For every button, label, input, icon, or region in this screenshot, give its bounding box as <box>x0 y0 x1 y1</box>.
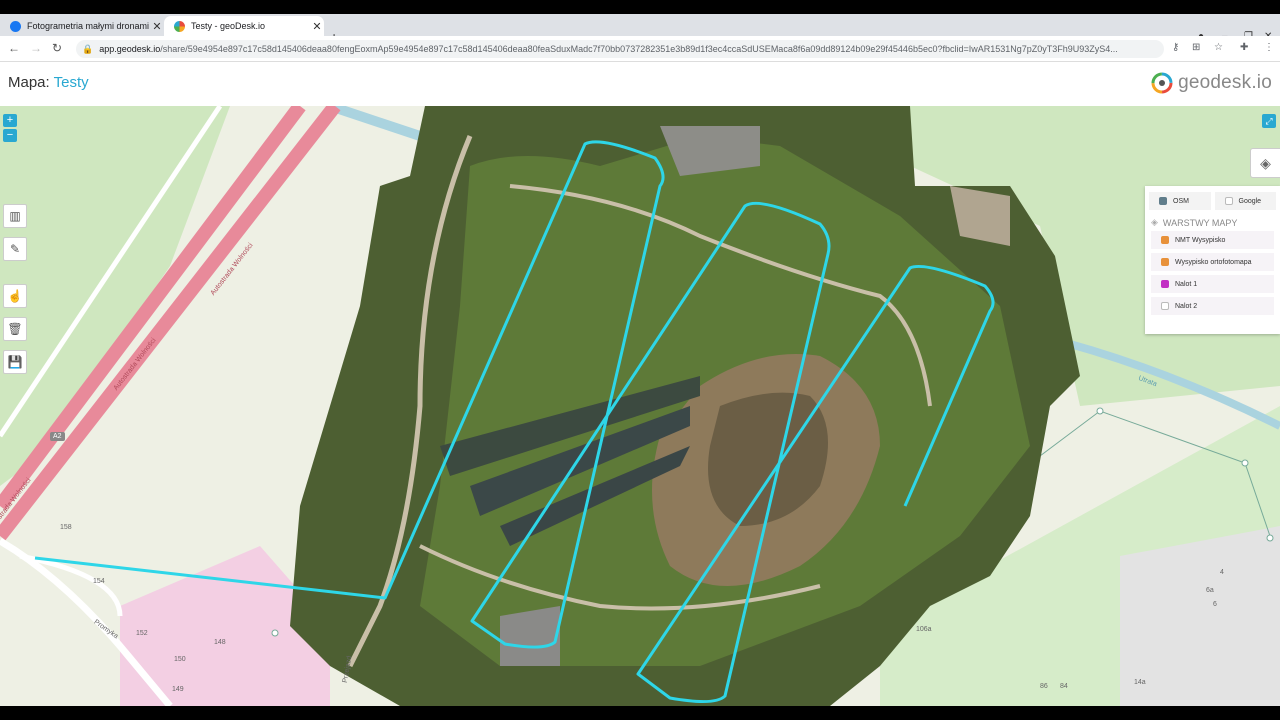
extensions-icon[interactable]: ✚ <box>1240 42 1248 53</box>
browser-tab-active[interactable]: Testy - geoDesk.io ✕ <box>164 16 324 36</box>
pan-tool-button[interactable]: ☝ <box>3 284 27 308</box>
checkbox-checked-icon <box>1161 236 1169 244</box>
address-number: 86 <box>1040 683 1048 690</box>
address-number: 84 <box>1060 683 1068 690</box>
app-header: Mapa: Testy geodesk.io <box>0 62 1280 106</box>
ruler-icon: ▥ <box>9 209 21 223</box>
map-canvas[interactable]: Autostrada Wolności Autostrada Wolności … <box>0 106 1280 706</box>
page-title: Mapa: Testy <box>8 74 89 91</box>
tab-title: Fotogrametria małymi dronami <box>27 21 150 31</box>
map-name[interactable]: Testy <box>54 74 89 91</box>
basemap-option-google[interactable]: Google <box>1214 192 1276 210</box>
measure-tool-button[interactable]: ▥ <box>3 204 27 228</box>
geodesk-favicon-icon <box>174 20 185 32</box>
layer-label: Wysypisko ortofotomapa <box>1175 258 1252 266</box>
floppy-disk-icon: 💾 <box>7 355 23 369</box>
fullscreen-button[interactable]: ⤢ <box>1262 114 1276 128</box>
checkbox-unchecked-icon <box>1161 302 1169 310</box>
basemap-label: OSM <box>1173 197 1189 205</box>
basemap-label: Google <box>1238 197 1262 205</box>
map-svg <box>0 106 1280 706</box>
layers-header: ◈ WARSTWY MAPY <box>1145 214 1280 231</box>
menu-icon[interactable]: ⋮ <box>1264 42 1274 53</box>
basemap-option-osm[interactable]: OSM <box>1149 192 1211 210</box>
translate-icon[interactable]: ⊞ <box>1192 42 1200 53</box>
pencil-icon: ✎ <box>9 242 21 256</box>
logo-text: geodesk.io <box>1178 72 1272 93</box>
layer-label: NMT Wysypisko <box>1175 236 1226 244</box>
checkbox-checked-icon <box>1159 197 1167 205</box>
hand-icon: ☝ <box>7 289 23 303</box>
back-icon[interactable]: ← <box>8 41 20 55</box>
screen-bottom-border <box>0 706 1280 720</box>
tab-title: Testy - geoDesk.io <box>191 21 266 31</box>
address-number: 148 <box>214 639 226 646</box>
layers-toggle-button[interactable]: ◈ <box>1250 148 1280 178</box>
zoom-in-button[interactable]: + <box>3 114 17 127</box>
address-number: 149 <box>172 686 184 693</box>
url-path: /share/59e4954e897c17c58d145406deaa80fen… <box>160 44 1118 54</box>
reload-icon[interactable]: ↻ <box>52 41 62 55</box>
address-number: 14a <box>1134 679 1146 686</box>
url-host: app.geodesk.io <box>99 44 161 54</box>
layer-label: Nalot 2 <box>1175 302 1198 310</box>
pylon-marker <box>1096 407 1104 415</box>
layer-item[interactable]: Nalot 2 <box>1151 297 1274 315</box>
layer-item[interactable]: NMT Wysypisko <box>1151 231 1274 249</box>
address-number: 4 <box>1220 569 1224 576</box>
basemap-switcher: OSM Google <box>1145 186 1280 214</box>
save-tool-button[interactable]: 💾 <box>3 350 27 374</box>
address-number: 152 <box>136 630 148 637</box>
checkbox-unchecked-icon <box>1224 197 1233 205</box>
address-bar-row: ← → ↻ 🔒 app.geodesk.io/share/59e4954e897… <box>0 36 1280 62</box>
checkbox-checked-icon <box>1161 280 1169 288</box>
pylon-marker <box>1241 459 1249 467</box>
geodesk-logo-icon <box>1151 72 1173 94</box>
delete-tool-button[interactable]: 🗑 <box>3 317 27 341</box>
address-number: 150 <box>174 656 186 663</box>
layer-item[interactable]: Nalot 1 <box>1151 275 1274 293</box>
edit-tool-button[interactable]: ✎ <box>3 237 27 261</box>
layer-label: Nalot 1 <box>1175 280 1198 288</box>
star-icon[interactable]: ☆ <box>1214 42 1223 53</box>
layers-header-label: WARSTWY MAPY <box>1162 217 1238 228</box>
screen-top-border <box>0 0 1280 14</box>
browser-tab[interactable]: Fotogrametria małymi dronami ✕ <box>0 16 164 36</box>
geodesk-logo[interactable]: geodesk.io <box>1150 69 1272 97</box>
pylon-marker <box>271 629 279 637</box>
close-tab-icon[interactable]: ✕ <box>150 20 164 33</box>
url-field[interactable]: 🔒 app.geodesk.io/share/59e4954e897c17c58… <box>76 40 1164 58</box>
layers-icon: ◈ <box>1260 154 1271 171</box>
map-label: Mapa: <box>8 74 50 91</box>
zoom-out-button[interactable]: − <box>3 129 17 142</box>
stack-icon: ◈ <box>1151 217 1158 227</box>
pylon-marker <box>1266 534 1274 542</box>
a2-shield: A2 <box>50 432 65 441</box>
address-number: 106a <box>916 626 932 633</box>
key-icon[interactable]: ⚷ <box>1172 42 1179 53</box>
close-tab-icon[interactable]: ✕ <box>310 20 324 33</box>
address-number: 6 <box>1213 601 1217 608</box>
checkbox-checked-icon <box>1161 258 1169 266</box>
facebook-icon <box>10 20 21 32</box>
parking-area <box>500 606 560 666</box>
address-number: 6a <box>1206 587 1214 594</box>
forward-icon[interactable]: → <box>30 41 42 55</box>
address-number: 158 <box>60 524 72 531</box>
trash-icon: 🗑 <box>7 322 23 336</box>
layers-panel: OSM Google ◈ WARSTWY MAPY NMT Wysypisko … <box>1145 186 1280 334</box>
browser-tab-strip: Fotogrametria małymi dronami ✕ Testy - g… <box>0 14 1280 45</box>
layer-item[interactable]: Wysypisko ortofotomapa <box>1151 253 1274 271</box>
address-number: 154 <box>93 578 105 585</box>
lock-icon: 🔒 <box>82 43 94 54</box>
